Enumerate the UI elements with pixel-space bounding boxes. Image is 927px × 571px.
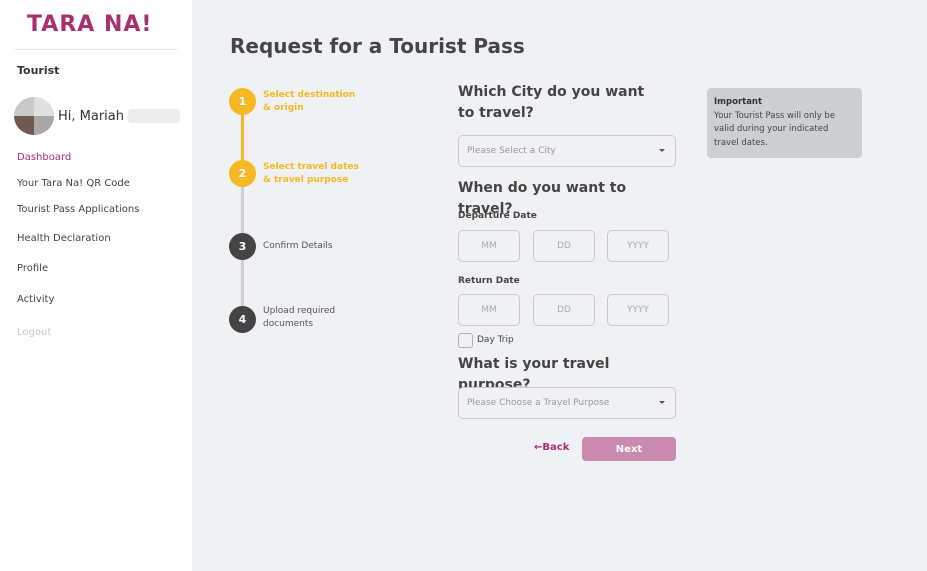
notice-body: Your Tourist Pass will only be valid dur… (714, 110, 836, 148)
redacted-surname (128, 109, 180, 123)
greeting-text: Hi, Mariah (58, 108, 124, 124)
day-trip-label: Day Trip (477, 335, 514, 345)
page-title: Request for a Tourist Pass (230, 34, 525, 58)
logo: TARA NA! (27, 12, 153, 37)
step-number: 1 (229, 88, 256, 115)
city-select-placeholder: Please Select a City (467, 146, 556, 156)
user-role: Tourist (17, 64, 60, 77)
sidebar-item-dashboard[interactable]: Dashboard (17, 152, 71, 163)
chevron-down-icon (659, 149, 665, 152)
return-day-input[interactable]: DD (533, 294, 595, 326)
sidebar-item-health-declaration[interactable]: Health Declaration (17, 233, 111, 244)
sidebar-item-activity[interactable]: Activity (17, 294, 54, 305)
notice-title: Important (714, 97, 763, 107)
purpose-select-placeholder: Please Choose a Travel Purpose (467, 398, 610, 408)
step-label: Upload required documents (263, 306, 336, 329)
avatar (14, 97, 54, 135)
sidebar: TARA NA! Tourist Hi, Mariah Dashboard Yo… (0, 0, 192, 571)
sidebar-item-qr-code[interactable]: Your Tara Na! QR Code (17, 178, 130, 189)
sidebar-item-tourist-pass-applications[interactable]: Tourist Pass Applications (17, 204, 139, 215)
return-month-input[interactable]: MM (458, 294, 520, 326)
back-label: Back (542, 442, 570, 453)
divider (14, 49, 178, 50)
sidebar-item-logout[interactable]: Logout (17, 327, 51, 338)
back-button[interactable]: ←Back (534, 442, 569, 453)
departure-month-input[interactable]: MM (458, 230, 520, 262)
city-select[interactable]: Please Select a City (458, 135, 676, 167)
day-trip-checkbox[interactable] (458, 333, 473, 348)
step-label: Confirm Details (263, 241, 333, 251)
return-date-label: Return Date (458, 276, 520, 286)
important-notice: Important Your Tourist Pass will only be… (707, 88, 862, 158)
chevron-down-icon (659, 401, 665, 404)
next-button[interactable]: Next (582, 437, 676, 461)
departure-year-input[interactable]: YYYY (607, 230, 669, 262)
step-label: Select travel dates & travel purpose (263, 162, 359, 185)
user-greeting: Hi, Mariah (14, 97, 180, 135)
step-number: 3 (229, 233, 256, 260)
sidebar-item-profile[interactable]: Profile (17, 263, 48, 274)
return-year-input[interactable]: YYYY (607, 294, 669, 326)
city-question: Which City do you want to travel? (458, 84, 645, 121)
departure-day-input[interactable]: DD (533, 230, 595, 262)
departure-date-label: Departure Date (458, 211, 537, 221)
step-number: 4 (229, 306, 256, 333)
step-number: 2 (229, 160, 256, 187)
step-label: Select destination & origin (263, 90, 356, 113)
purpose-select[interactable]: Please Choose a Travel Purpose (458, 387, 676, 419)
